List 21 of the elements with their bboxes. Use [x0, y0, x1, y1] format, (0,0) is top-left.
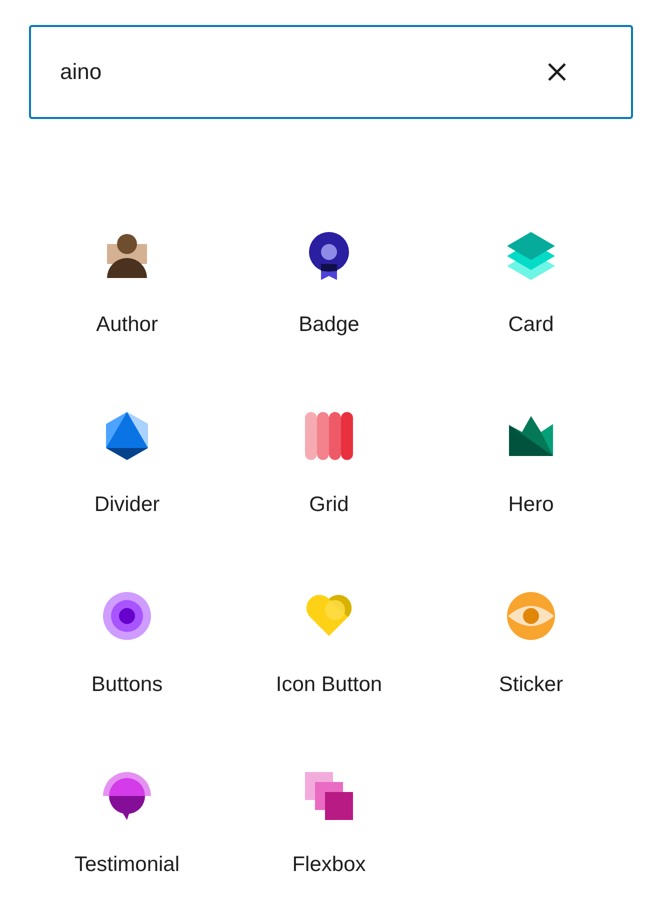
eye-icon — [507, 592, 555, 640]
block-button[interactable]: Badge — [228, 180, 430, 360]
target-icon — [103, 592, 151, 640]
hexagon-icon — [103, 412, 151, 460]
block-button[interactable]: Hero — [430, 360, 632, 540]
block-button[interactable]: Flexbox — [228, 720, 430, 900]
close-icon — [547, 62, 567, 82]
block-button[interactable]: Card — [430, 180, 632, 360]
layers-icon — [507, 232, 555, 280]
block-button[interactable]: Testimonial — [26, 720, 228, 900]
block-button[interactable]: Grid — [228, 360, 430, 540]
search-field[interactable]: aino — [29, 25, 633, 119]
bars-icon — [305, 412, 353, 460]
speech-bubble-icon — [103, 772, 151, 820]
block-button[interactable]: Icon Button — [228, 540, 430, 720]
search-input[interactable]: aino — [60, 59, 533, 85]
squares-icon — [305, 772, 353, 820]
block-button[interactable]: Divider — [26, 360, 228, 540]
block-button[interactable]: Buttons — [26, 540, 228, 720]
block-button[interactable]: Author — [26, 180, 228, 360]
block-button[interactable]: Sticker — [430, 540, 632, 720]
